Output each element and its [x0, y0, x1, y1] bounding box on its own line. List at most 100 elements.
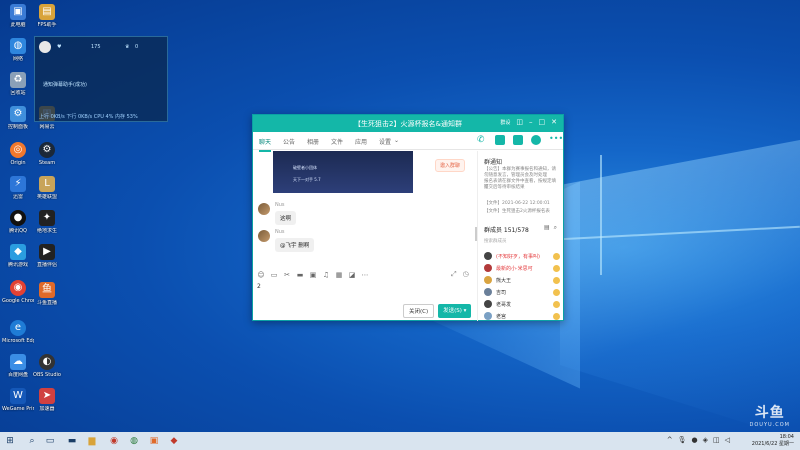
desktop-icon-edge[interactable]: e Microsoft Edge: [2, 320, 34, 344]
scissors-icon[interactable]: ✂: [283, 271, 291, 279]
microphone-icon[interactable]: 🎙: [678, 436, 687, 444]
avatar: [484, 264, 492, 272]
close-icon[interactable]: ✕: [551, 118, 557, 126]
desktop-icon-steam[interactable]: ⚙ Steam: [31, 142, 63, 166]
chevron-down-icon[interactable]: ⌄: [394, 137, 399, 144]
tab-files[interactable]: 文件: [331, 137, 343, 146]
minimize-icon[interactable]: –: [529, 118, 533, 126]
desktop-icon-wegame[interactable]: W WeGame Prime: [2, 388, 34, 412]
desktop-icon-accelerator[interactable]: ➤ 加速器: [31, 388, 63, 412]
member-item[interactable]: 老哥发: [484, 299, 562, 309]
member-name: 老哥发: [496, 302, 512, 308]
message-input[interactable]: 2: [255, 283, 473, 301]
desktop-icon-lol[interactable]: L 英雄联盟: [31, 176, 63, 200]
expand-icon[interactable]: ⤢: [451, 270, 457, 279]
member-item[interactable]: 老宫: [484, 311, 562, 321]
group-settings-link[interactable]: 群设: [500, 119, 510, 126]
desktop-icon-obs[interactable]: ◐ OBS Studio: [31, 354, 63, 378]
douyu-taskbar-icon[interactable]: ▣: [148, 435, 160, 447]
desktop-icon-baidu-netdisk[interactable]: ☁ 百度网盘: [2, 354, 34, 378]
pin-icon[interactable]: ◫: [516, 118, 523, 126]
member-item[interactable]: 最新的小·米思可: [484, 263, 562, 273]
shield-icon[interactable]: ◈: [703, 436, 708, 444]
avatar: [484, 300, 492, 308]
widget-stat-1: 175: [91, 44, 101, 50]
members-count: 群成员 151/578: [484, 227, 529, 234]
tab-album[interactable]: 相册: [307, 137, 319, 146]
desktop-icon-live[interactable]: ▶ 直播伴侣: [31, 244, 63, 268]
shared-screenshot-image[interactable]: 破壁者小团体 天下一对手 5.7: [273, 151, 413, 193]
video-call-icon[interactable]: [495, 135, 505, 145]
desktop-icon-tencent-game[interactable]: ◆ 腾讯游戏: [2, 244, 34, 268]
folder-icon[interactable]: ▆: [86, 435, 98, 447]
clock[interactable]: 18:04 2021/6/22 星期一: [752, 434, 794, 448]
taskbar-app-icon[interactable]: ◍: [128, 435, 140, 447]
image-icon[interactable]: ▣: [309, 271, 317, 279]
volume-icon[interactable]: ◁: [725, 436, 730, 444]
widget-footer: 上行 0KB/s 下行 0KB/s CPU 4% 内存 53%: [39, 114, 138, 120]
member-item[interactable]: (不知好歹，有事叫): [484, 251, 562, 261]
search-icon[interactable]: ⌕: [26, 435, 38, 447]
tab-settings[interactable]: 设置: [379, 137, 391, 146]
message-bubble[interactable]: @飞宇 删啊: [275, 238, 315, 252]
desktop-icon-douyu[interactable]: 鱼 斗鱼直播: [31, 282, 63, 306]
task-view-icon[interactable]: ▭: [44, 435, 56, 447]
maximize-icon[interactable]: □: [539, 118, 546, 126]
notice-line: 提交后等待审核结果: [484, 185, 525, 190]
desktop-icon-this-pc[interactable]: ▣ 此电脑: [2, 4, 34, 28]
desktop-icon-recycle-bin[interactable]: ♻ 回收站: [2, 72, 34, 96]
avatar[interactable]: [258, 230, 270, 242]
file-explorer-icon[interactable]: ▬: [66, 435, 78, 447]
chat-message-area[interactable]: 破壁者小团体 天下一对手 5.7 邀入群聊 Nus 这啊 Nus @飞宇 删啊: [253, 151, 475, 275]
notice-line[interactable]: 【文件】生死狙击2火源杯报名表: [484, 209, 560, 215]
tab-apps[interactable]: 应用: [355, 137, 367, 146]
member-name: 最新的小·米思可: [496, 266, 533, 272]
taskbar-app-icon[interactable]: ◆: [168, 435, 180, 447]
desktop-icon-network[interactable]: ◍ 网络: [2, 38, 34, 62]
edit-icon[interactable]: ▤: [544, 224, 550, 232]
phone-icon[interactable]: ✆: [477, 135, 487, 145]
message-bubble[interactable]: 这啊: [275, 211, 297, 225]
emoji-icon[interactable]: ☺: [257, 271, 265, 279]
tray-expand-icon[interactable]: ^: [667, 436, 673, 444]
window-titlebar[interactable]: 【生死狙击2】火源杯报名&通知群 群设 ◫ – □ ✕: [253, 115, 563, 132]
network-icon[interactable]: ◫: [713, 436, 720, 444]
member-item[interactable]: 熊大王: [484, 275, 562, 285]
gif-icon[interactable]: ▭: [270, 271, 278, 279]
member-item[interactable]: 吉司: [484, 287, 562, 297]
member-badge-icon: [553, 301, 560, 308]
more-icon[interactable]: ⋯: [361, 271, 369, 279]
sticker-icon[interactable]: ▦: [335, 271, 343, 279]
desktop-icon-fps-helper[interactable]: ▤ FPS助手: [31, 4, 63, 28]
desktop-icon-qq[interactable]: ● 腾讯QQ: [2, 210, 34, 234]
desktop-icon-control-panel[interactable]: ⚙ 控制面板: [2, 106, 34, 130]
more-icon[interactable]: •••: [549, 135, 563, 145]
windows-start-icon[interactable]: ⊞: [4, 435, 16, 447]
desktop-icon-chrome[interactable]: ◉ Google Chrome: [2, 280, 34, 304]
widget-stat-2: 0: [135, 44, 139, 50]
music-icon[interactable]: ♫: [322, 271, 330, 279]
screen-share-icon[interactable]: [513, 135, 523, 145]
taskbar-app-icon[interactable]: ◉: [108, 435, 120, 447]
group-chat-window[interactable]: 【生死狙击2】火源杯报名&通知群 群设 ◫ – □ ✕ 聊天 公告 相册 文件 …: [252, 114, 564, 321]
desktop-icon-origin[interactable]: ◎ Origin: [2, 142, 34, 166]
send-button[interactable]: 发送(S) ▾: [438, 304, 472, 318]
avatar[interactable]: [258, 203, 270, 215]
tab-announcement[interactable]: 公告: [283, 137, 295, 146]
add-app-icon[interactable]: [531, 135, 541, 145]
watermark-logo: 斗鱼: [754, 405, 785, 421]
desktop-icon-thunder[interactable]: ⚡ 迅雷: [2, 176, 34, 200]
shake-icon[interactable]: ◪: [348, 271, 356, 279]
control-panel-icon: ⚙: [10, 106, 26, 122]
notice-line[interactable]: 【文件】2021-06-22 12:00:01: [484, 201, 560, 207]
history-icon[interactable]: ◷: [463, 270, 469, 279]
close-button[interactable]: 关闭(C): [403, 304, 435, 318]
member-search-input[interactable]: 搜索群成员: [484, 238, 560, 247]
search-icon[interactable]: ⌕: [554, 224, 557, 232]
desktop-icon-pubg[interactable]: ✦ 绝地求生: [31, 210, 63, 234]
qq-tray-icon[interactable]: ●: [691, 436, 697, 444]
stream-overlay-widget[interactable]: ♥ 175 ♛ 0 通知弹幕助手(成功) 上行 0KB/s 下行 0KB/s C…: [34, 36, 168, 122]
tab-chat[interactable]: 聊天: [259, 137, 272, 152]
folder-icon[interactable]: ▬: [296, 271, 304, 279]
invite-button[interactable]: 邀入群聊: [435, 159, 466, 172]
